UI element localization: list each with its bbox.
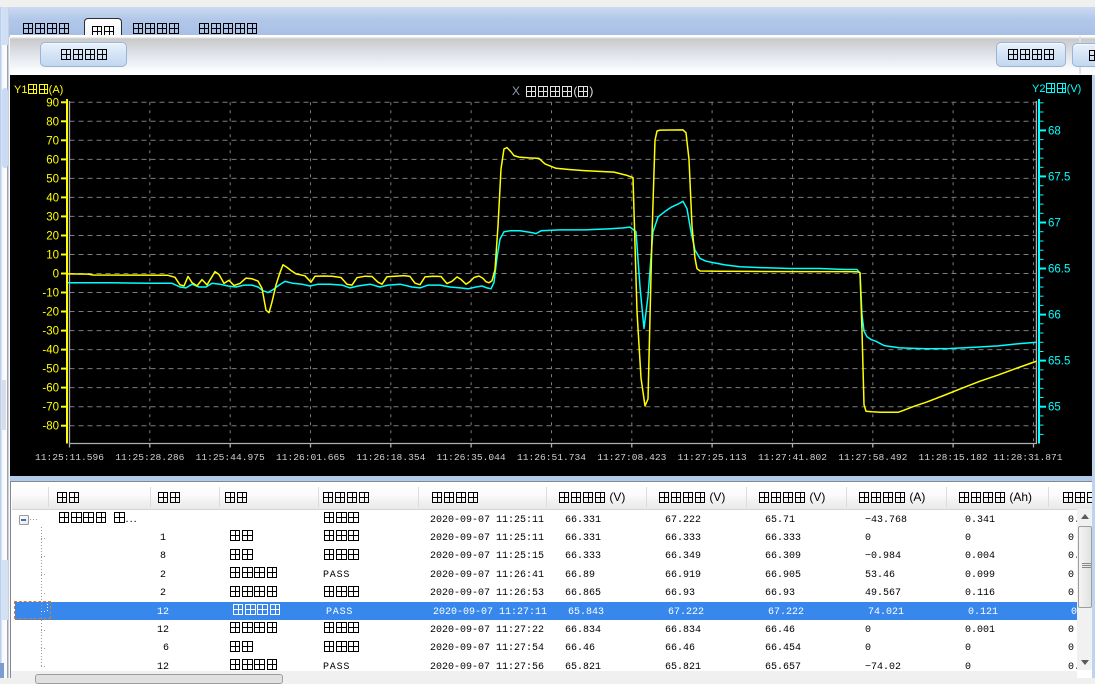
svg-text:-40: -40 bbox=[42, 345, 59, 357]
svg-text:-80: -80 bbox=[42, 421, 59, 433]
svg-text:11:28:15.182: 11:28:15.182 bbox=[919, 452, 988, 463]
svg-text:66: 66 bbox=[1048, 310, 1061, 322]
svg-text:65.5: 65.5 bbox=[1048, 356, 1070, 368]
svg-text:11:27:41.802: 11:27:41.802 bbox=[758, 452, 827, 463]
svg-text:11:26:51.734: 11:26:51.734 bbox=[517, 452, 586, 463]
svg-text:11:27:08.423: 11:27:08.423 bbox=[597, 452, 666, 463]
svg-text:0: 0 bbox=[53, 269, 59, 281]
svg-text:-70: -70 bbox=[42, 402, 59, 414]
svg-text:-50: -50 bbox=[42, 364, 59, 376]
svg-text:11:26:18.354: 11:26:18.354 bbox=[356, 452, 425, 463]
svg-text:11:25:11.596: 11:25:11.596 bbox=[35, 452, 104, 463]
svg-text:-10: -10 bbox=[42, 288, 59, 300]
svg-text:11:26:01.665: 11:26:01.665 bbox=[276, 452, 345, 463]
svg-text:60: 60 bbox=[46, 154, 59, 166]
svg-text:90: 90 bbox=[46, 97, 59, 109]
svg-text:66.5: 66.5 bbox=[1048, 264, 1070, 276]
svg-text:65: 65 bbox=[1048, 402, 1061, 414]
svg-text:80: 80 bbox=[46, 116, 59, 128]
svg-text:11:25:28.286: 11:25:28.286 bbox=[115, 452, 184, 463]
svg-text:-20: -20 bbox=[42, 307, 59, 319]
svg-text:70: 70 bbox=[46, 135, 59, 147]
svg-text:-30: -30 bbox=[42, 326, 59, 338]
svg-text:40: 40 bbox=[46, 192, 59, 204]
svg-text:67: 67 bbox=[1048, 218, 1061, 230]
svg-text:11:26:35.044: 11:26:35.044 bbox=[437, 452, 506, 463]
svg-text:11:27:25.113: 11:27:25.113 bbox=[678, 452, 747, 463]
svg-text:11:28:31.871: 11:28:31.871 bbox=[993, 452, 1062, 463]
svg-text:30: 30 bbox=[46, 211, 59, 223]
svg-text:11:25:44.975: 11:25:44.975 bbox=[196, 452, 265, 463]
svg-text:20: 20 bbox=[46, 231, 59, 243]
svg-text:-60: -60 bbox=[42, 383, 59, 395]
svg-text:68: 68 bbox=[1048, 125, 1061, 137]
svg-text:11:27:58.492: 11:27:58.492 bbox=[838, 452, 907, 463]
svg-text:67.5: 67.5 bbox=[1048, 171, 1070, 183]
svg-text:50: 50 bbox=[46, 173, 59, 185]
svg-text:10: 10 bbox=[46, 250, 59, 262]
